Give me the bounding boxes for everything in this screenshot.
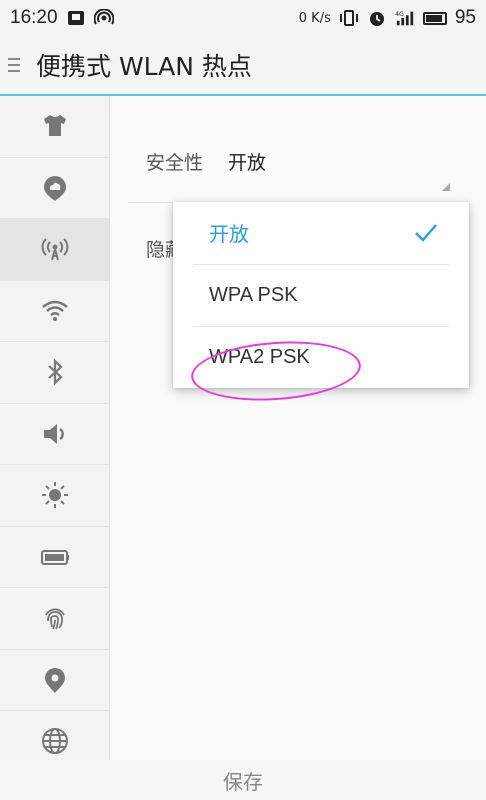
sidebar-item-bluetooth[interactable] bbox=[0, 342, 109, 404]
status-time: 16:20 bbox=[10, 7, 58, 28]
dropdown-option-wpa-psk[interactable]: WPA PSK bbox=[173, 265, 469, 326]
sidebar-item-fingerprint[interactable] bbox=[0, 588, 109, 650]
sound-icon bbox=[43, 423, 64, 444]
page-title: 便携式 WLAN 热点 bbox=[36, 52, 252, 81]
hotspot-status-icon bbox=[93, 9, 114, 27]
sidebar-item-location[interactable] bbox=[0, 650, 109, 711]
dropdown-option-open[interactable]: 开放 bbox=[173, 202, 469, 263]
title-bar: 便携式 WLAN 热点 bbox=[0, 36, 486, 96]
bluetooth-icon bbox=[47, 358, 63, 386]
status-bar: 16:20 0 K/s 4G 95 bbox=[0, 0, 486, 36]
notification-icon bbox=[66, 9, 86, 27]
option-wpa2-psk-label-wrap: WPA2 PSK bbox=[189, 336, 363, 406]
option-open-label: 开放 bbox=[209, 222, 249, 246]
security-value[interactable]: 开放 bbox=[228, 148, 266, 175]
sidebar-item-battery[interactable] bbox=[0, 527, 109, 588]
checkmark-icon bbox=[415, 224, 437, 242]
battery-status-icon bbox=[422, 11, 447, 25]
bottom-action-bar: 保存 bbox=[0, 760, 486, 800]
menu-icon[interactable] bbox=[8, 58, 28, 72]
battery-level: 95 bbox=[454, 7, 476, 28]
wifi-icon bbox=[41, 300, 68, 321]
theme-shirt-icon bbox=[43, 115, 66, 137]
brightness-icon bbox=[41, 482, 68, 509]
status-bar-left: 16:20 bbox=[10, 7, 114, 29]
cloud-icon bbox=[43, 175, 66, 201]
4g-signal-icon: 4G bbox=[395, 9, 415, 27]
location-icon bbox=[44, 667, 65, 693]
sidebar-item-brightness[interactable] bbox=[0, 465, 109, 527]
network-speed: 0 K/s bbox=[298, 10, 331, 26]
option-wpa2-psk-label: WPA2 PSK bbox=[209, 346, 310, 368]
sidebar-item-sound[interactable] bbox=[0, 404, 109, 465]
security-dropdown: 开放 WPA PSK WPA2 PSK bbox=[173, 202, 469, 406]
vibrate-icon bbox=[339, 9, 359, 27]
battery-icon bbox=[40, 549, 69, 565]
security-spinner-indicator bbox=[442, 183, 450, 191]
sidebar-item-wifi[interactable] bbox=[0, 281, 109, 342]
fingerprint-icon bbox=[44, 608, 65, 630]
hotspot-settings-panel: 安全性 开放 隐藏 bbox=[110, 96, 486, 760]
sidebar-item-cloud[interactable] bbox=[0, 158, 109, 219]
save-button[interactable]: 保存 bbox=[223, 766, 263, 795]
option-wpa-psk-label: WPA PSK bbox=[209, 284, 298, 306]
alarm-icon bbox=[367, 9, 387, 27]
settings-sidebar bbox=[0, 96, 110, 773]
sidebar-item-theme[interactable] bbox=[0, 96, 109, 158]
status-bar-right: 0 K/s 4G 95 bbox=[299, 7, 476, 29]
hotspot-icon bbox=[41, 238, 68, 261]
dropdown-option-wpa2-psk[interactable]: WPA2 PSK bbox=[173, 327, 469, 406]
svg-text:4G: 4G bbox=[395, 11, 404, 18]
globe-icon bbox=[41, 728, 68, 755]
security-label: 安全性 bbox=[146, 152, 204, 174]
sidebar-item-hotspot[interactable] bbox=[0, 219, 109, 281]
